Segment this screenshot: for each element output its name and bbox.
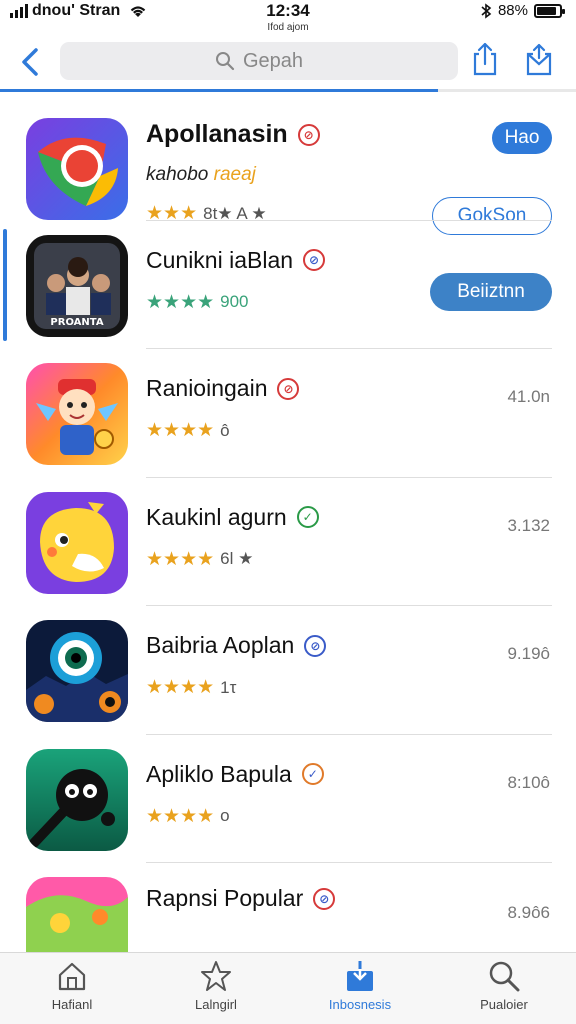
tab-search[interactable]: Pualoier [432, 953, 576, 1024]
tab-label: Pualoier [480, 997, 528, 1012]
app-title-line: Cunikni iaBlan ⊘ [146, 246, 326, 274]
tab-home[interactable]: Hafianl [0, 953, 144, 1024]
app-name: Cunikni iaBlan [146, 246, 294, 273]
rating-stars: ★★★★ [146, 677, 215, 698]
search-icon [215, 52, 235, 71]
verified-badge-icon: ⊘ [297, 123, 320, 146]
battery-icon [534, 3, 565, 18]
rating-text: 900 [220, 292, 249, 311]
app-icon-cartoon-hero [26, 363, 128, 465]
verified-badge-icon: ⊘ [277, 377, 300, 400]
app-rating: ★★★★ ô [146, 419, 230, 442]
inbox-icon [526, 43, 552, 76]
app-title-line: Apliklo Bapula ✓ [146, 761, 324, 788]
star-icon [201, 961, 231, 991]
list-item[interactable]: Apollanasin ⊘ kahobo raeaj ★★★ 8t★ A ★ H… [0, 92, 576, 235]
tab-featured[interactable]: Lalngirl [144, 953, 288, 1024]
status-right: 88% [480, 2, 565, 19]
back-button[interactable] [16, 44, 46, 80]
app-title-line: Baibria Aoplan ⊘ [146, 632, 327, 659]
home-icon [58, 962, 86, 991]
app-icon-yellow-creature [26, 491, 128, 594]
app-icon-eye-monster [26, 620, 128, 722]
app-size: 41.0n [507, 387, 550, 406]
app-size: 9.19ô [507, 644, 550, 663]
app-name: Ranioingain [146, 375, 268, 401]
verified-badge-icon: ⊘ [313, 887, 336, 910]
verified-badge-icon: ⊘ [303, 249, 326, 271]
app-title-line: Rapnsi Popular ⊘ [146, 885, 336, 912]
navigation-bar: Gepah [0, 36, 576, 92]
bluetooth-icon [481, 2, 492, 19]
app-title-line: Kaukinl agurn ✓ [146, 504, 319, 531]
tab-label: Lalngirl [195, 997, 237, 1012]
app-name: Baibria Aoplan [146, 632, 295, 658]
back-chevron-icon [22, 48, 38, 76]
search-placeholder: Gepah [242, 49, 304, 72]
verified-badge-icon: ✓ [301, 763, 324, 785]
app-subtitle-highlight: raeaj [213, 164, 256, 185]
app-icon-colorful [26, 877, 128, 952]
status-subtitle: Ifod ajom [267, 22, 309, 33]
app-subtitle-text: kahobo [146, 164, 214, 185]
tab-label: Hafianl [51, 997, 93, 1012]
share-button[interactable] [470, 42, 500, 76]
list-item[interactable]: Kaukinl agurn ✓ ★★★★ 6l ★ 3.132 [0, 478, 576, 606]
battery-percent: 88% [497, 2, 528, 19]
search-bar[interactable]: Gepah [60, 42, 458, 80]
get-button[interactable]: Hao [492, 122, 552, 154]
app-size: 8.9ô6 [507, 903, 550, 922]
app-name: Kaukinl agurn [146, 503, 287, 530]
rating-text: 1τ [220, 677, 237, 697]
app-title-line: Ranioingain ⊘ [146, 375, 300, 402]
app-size: 3.132 [507, 515, 550, 535]
rating-text: o [220, 806, 230, 825]
rating-stars: ★★★★ [146, 548, 215, 570]
list-item[interactable]: Apliklo Bapula ✓ ★★★★ o 8:10ô [0, 735, 576, 863]
download-tray-icon [347, 961, 373, 991]
rating-stars: ★★★★ [146, 420, 215, 441]
tab-updates[interactable]: Inbosnesis [288, 953, 432, 1024]
rating-text: ô [220, 420, 230, 440]
tab-bar: Hafianl Lalngirl Inbosnesis Pualoier [0, 952, 576, 1024]
app-rating: ★★★★ 900 [146, 291, 249, 314]
app-icon-black-blob [26, 748, 128, 851]
app-rating: ★★★★ 6l ★ [146, 548, 253, 571]
app-title-line: Apollanasin ⊘ [146, 120, 320, 149]
app-icon-chrome-like [26, 118, 128, 220]
app-rating: ★★★★ o [146, 805, 230, 828]
app-name: Apliklo Bapula [146, 760, 292, 787]
rating-stars: ★★★★ [146, 291, 215, 313]
app-icon-group-photo: PROANTA [26, 234, 128, 337]
share-icon [473, 42, 497, 76]
list-item[interactable]: PROANTA Cunikni iaBlan ⊘ ★★★★ 900 Beiizt… [0, 221, 576, 349]
status-bar: dnou' Stran 12:34 Ifod ajom 88% [0, 0, 576, 33]
list-item[interactable]: Rapnsi Popular ⊘ 8.9ô6 [0, 863, 576, 952]
app-rating: ★★★★ 1τ [146, 676, 236, 699]
action-button[interactable]: Beiiztnn [430, 272, 552, 311]
rating-text: 6l ★ [220, 549, 254, 568]
svg-text:PROANTA: PROANTA [50, 317, 103, 328]
list-item[interactable]: Ranioingain ⊘ ★★★★ ô 41.0n [0, 349, 576, 478]
selection-indicator [3, 228, 7, 341]
app-name: Apollanasin [146, 120, 288, 148]
inbox-button[interactable] [524, 42, 554, 76]
app-subtitle: kahobo raeaj [146, 164, 256, 186]
app-name: Rapnsi Popular [146, 885, 304, 911]
app-size: 8:10ô [507, 772, 550, 792]
verified-badge-icon: ✓ [296, 506, 319, 528]
list-item[interactable]: Baibria Aoplan ⊘ ★★★★ 1τ 9.19ô [0, 606, 576, 735]
rating-stars: ★★★★ [146, 805, 215, 827]
search-icon [489, 961, 520, 992]
verified-badge-icon: ⊘ [304, 634, 327, 657]
tab-label: Inbosnesis [328, 997, 392, 1012]
app-list: Apollanasin ⊘ kahobo raeaj ★★★ 8t★ A ★ H… [0, 92, 576, 952]
